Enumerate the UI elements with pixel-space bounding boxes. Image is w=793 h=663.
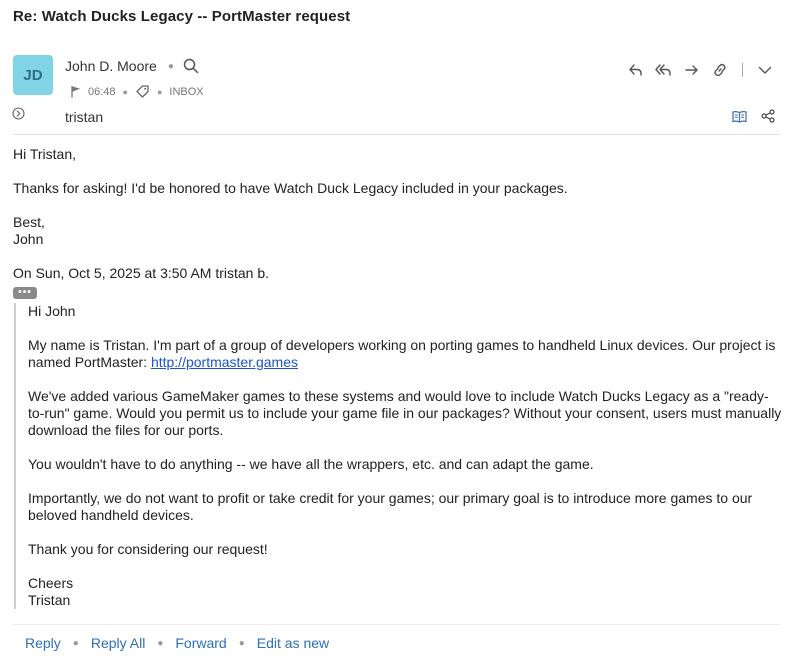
tag-icon[interactable] bbox=[135, 84, 150, 99]
expand-recipients-icon[interactable] bbox=[12, 107, 25, 120]
message-meta: 06:48 ● ● INBOX bbox=[70, 84, 204, 99]
separator-dot: ● bbox=[238, 637, 245, 649]
link-icon[interactable] bbox=[710, 60, 730, 80]
avatar[interactable]: JD bbox=[13, 55, 53, 95]
reply-all-icon[interactable] bbox=[654, 60, 674, 80]
view-tools bbox=[718, 109, 775, 123]
sender-name[interactable]: John D. Moore bbox=[65, 58, 157, 74]
flag-icon[interactable] bbox=[70, 85, 82, 98]
quoted-paragraph: You wouldn't have to do anything -- we h… bbox=[28, 455, 594, 472]
signoff: Best, bbox=[13, 214, 45, 230]
reply-icon[interactable] bbox=[626, 60, 646, 80]
reply-button[interactable]: Reply bbox=[25, 635, 61, 651]
reply-all-button[interactable]: Reply All bbox=[91, 635, 145, 651]
greeting: Hi Tristan, bbox=[13, 146, 77, 162]
quoted-paragraph: My name is Tristan. I'm part of a group … bbox=[28, 336, 776, 370]
quoted-greeting: Hi John bbox=[28, 302, 76, 319]
portmaster-link[interactable]: http://portmaster.games bbox=[151, 354, 298, 370]
edit-as-new-button[interactable]: Edit as new bbox=[257, 635, 329, 651]
search-icon[interactable] bbox=[183, 58, 199, 74]
folder-label[interactable]: INBOX bbox=[169, 86, 203, 98]
signature: John bbox=[13, 231, 44, 247]
separator-dot: ● bbox=[156, 86, 163, 97]
toolbar-divider bbox=[742, 63, 743, 77]
footer-divider bbox=[13, 624, 780, 625]
quoted-paragraph: Importantly, we do not want to profit or… bbox=[28, 489, 753, 523]
show-quoted-button[interactable]: ••• bbox=[13, 286, 37, 299]
forward-button[interactable]: Forward bbox=[175, 635, 226, 651]
chevron-down-icon[interactable] bbox=[755, 60, 775, 80]
quoted-closing: Cheers bbox=[28, 574, 74, 591]
quoted-name: Tristan bbox=[28, 591, 71, 608]
email-subject: Re: Watch Ducks Legacy -- PortMaster req… bbox=[13, 8, 351, 25]
separator-dot: ● bbox=[122, 86, 128, 97]
share-icon[interactable] bbox=[761, 109, 775, 123]
quote-header: On Sun, Oct 5, 2025 at 3:50 AM tristan b… bbox=[13, 265, 270, 281]
body-text: Thanks for asking! I'd be honored to hav… bbox=[13, 180, 568, 196]
separator-dot: ● bbox=[157, 637, 164, 649]
header-divider bbox=[13, 134, 780, 135]
reading-mode-icon[interactable] bbox=[732, 110, 747, 123]
recipient[interactable]: tristan bbox=[65, 109, 103, 125]
quoted-message: Hi John My name is Tristan. I'm part of … bbox=[14, 302, 783, 609]
message-footer: Reply ● Reply All ● Forward ● Edit as ne… bbox=[25, 635, 329, 651]
forward-icon[interactable] bbox=[682, 60, 702, 80]
separator-dot: ● bbox=[72, 637, 79, 649]
quoted-paragraph: We've added various GameMaker games to t… bbox=[28, 387, 782, 438]
quoted-paragraph: Thank you for considering our request! bbox=[28, 540, 268, 557]
message-actions bbox=[618, 60, 775, 80]
separator-dot: ● bbox=[167, 60, 174, 72]
sender-row: John D. Moore ● bbox=[65, 58, 199, 74]
message-time: 06:48 bbox=[88, 85, 116, 98]
message-body: Hi Tristan, Thanks for asking! I'd be ho… bbox=[13, 146, 783, 609]
